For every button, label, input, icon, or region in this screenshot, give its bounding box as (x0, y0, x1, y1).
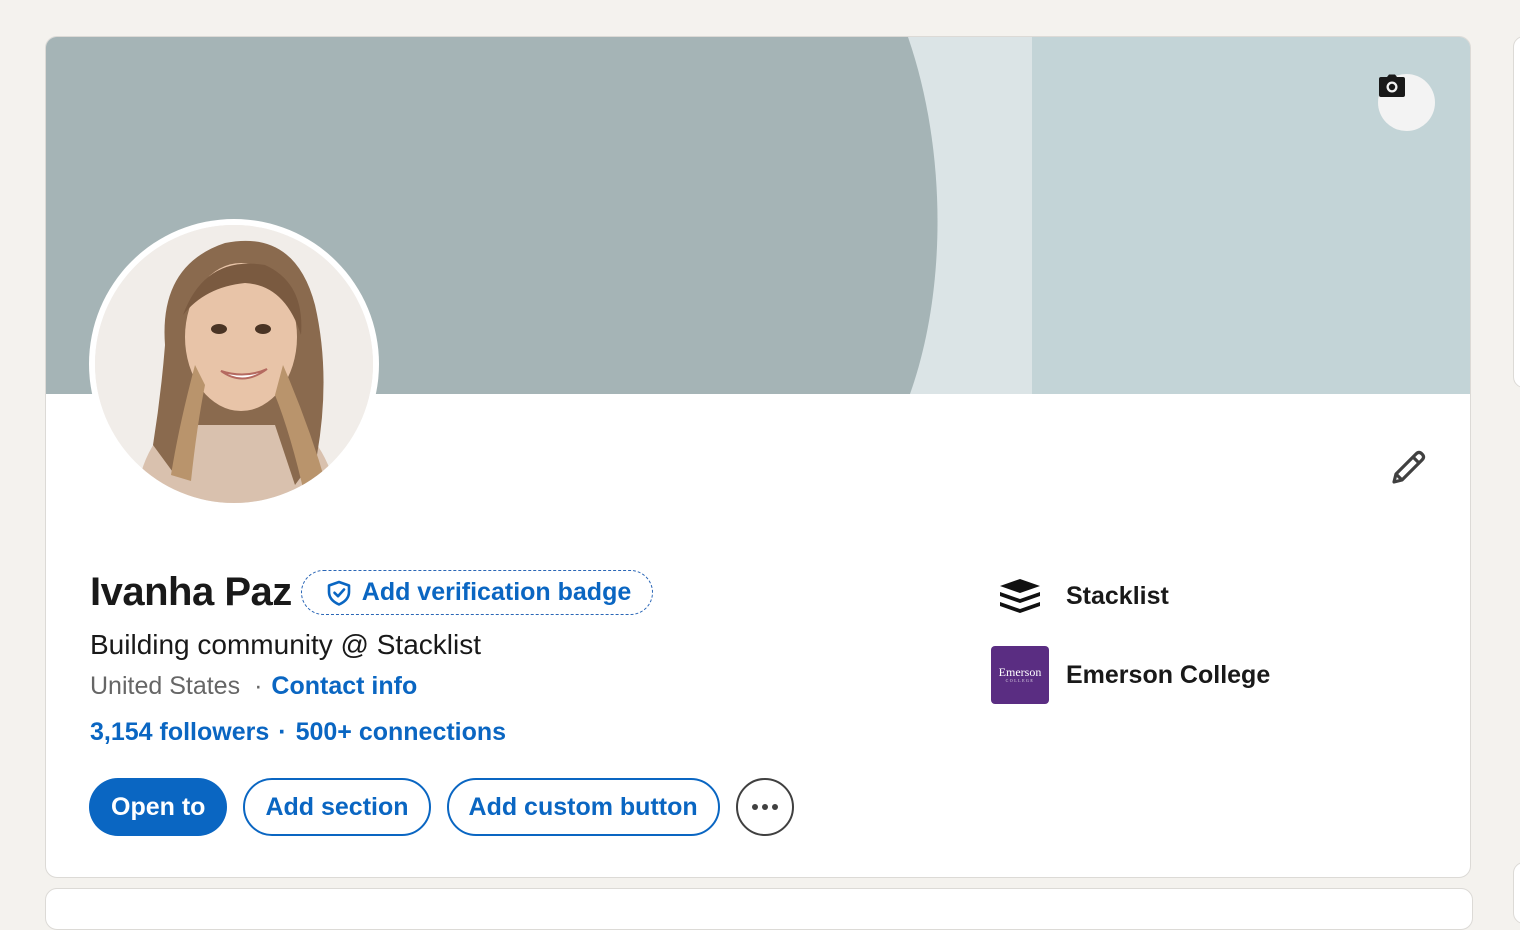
org-item-emerson-college[interactable]: Emerson COLLEGE Emerson College (991, 646, 1270, 704)
verification-badge-label: Add verification badge (361, 578, 632, 606)
stacklist-logo (991, 567, 1049, 625)
edit-intro-button[interactable] (1384, 444, 1432, 492)
profile-actions: Open to Add section Add custom button (89, 778, 810, 836)
profile-name: Ivanha Paz (90, 570, 292, 614)
location-separator: · (254, 672, 263, 700)
pencil-icon (1388, 448, 1428, 488)
location-row: United States · Contact info (90, 672, 417, 701)
name-row: Ivanha Paz Add verification badge (90, 570, 654, 615)
org-name: Emerson College (1066, 660, 1271, 689)
more-icon (751, 803, 779, 811)
add-section-button[interactable]: Add section (243, 778, 431, 836)
network-row: 3,154 followers · 500+ connections (90, 718, 506, 747)
more-actions-button[interactable] (735, 778, 794, 836)
profile-card: Ivanha Paz Add verification badge Buildi… (45, 36, 1471, 878)
org-item-stacklist[interactable]: Stacklist (991, 567, 1169, 625)
emerson-logo-word: Emerson (998, 665, 1042, 679)
right-rail-card (1513, 36, 1520, 388)
emerson-college-logo: Emerson COLLEGE (991, 646, 1049, 704)
location-text: United States (90, 672, 241, 700)
add-verification-badge-button[interactable]: Add verification badge (300, 570, 654, 615)
next-section-card (45, 888, 1473, 930)
open-to-button[interactable]: Open to (89, 778, 228, 836)
emerson-logo-subtext: COLLEGE (1005, 678, 1035, 683)
shield-check-icon (326, 580, 352, 606)
profile-photo[interactable] (89, 219, 379, 509)
edit-banner-camera-button[interactable] (1378, 74, 1435, 131)
connections-link[interactable]: 500+ connections (296, 718, 507, 747)
contact-info-link[interactable]: Contact info (271, 672, 417, 701)
avatar-portrait (95, 225, 373, 503)
profile-headline: Building community @ Stacklist (90, 629, 482, 660)
org-name: Stacklist (1066, 581, 1169, 610)
followers-link[interactable]: 3,154 followers (90, 718, 269, 747)
avatar (95, 225, 373, 503)
network-separator: · (278, 718, 287, 746)
add-custom-button-button[interactable]: Add custom button (446, 778, 720, 836)
right-rail-card-lower (1513, 862, 1520, 924)
